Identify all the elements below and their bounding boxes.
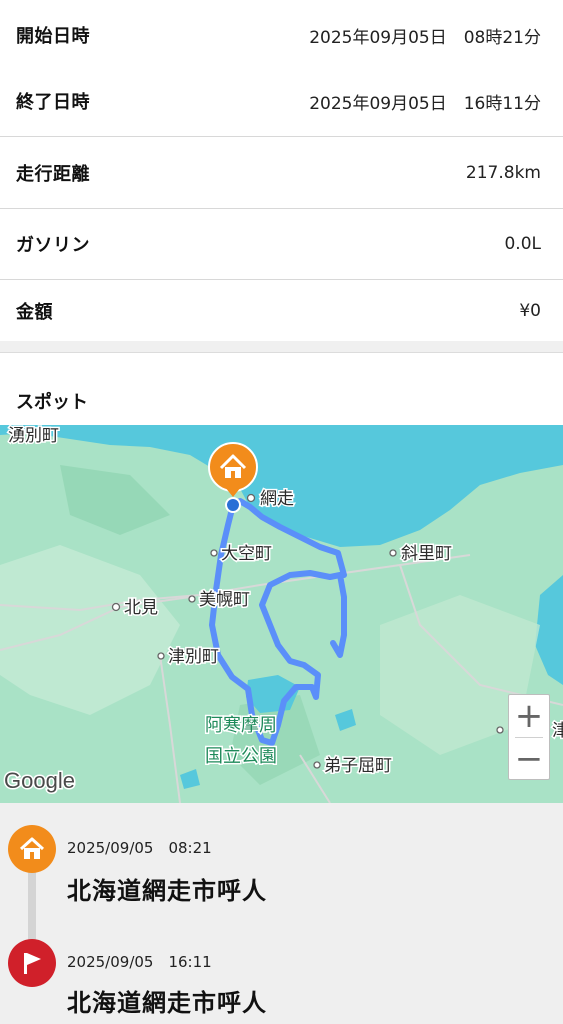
map-canvas[interactable]: 湧別町 網走 大空町 斜里町 北見 美幌町 津別町 弟子屈町 津 阿寒摩周 国立… (0, 425, 563, 803)
kitami-dot (111, 602, 121, 612)
distance-value: 217.8km (465, 163, 541, 183)
tsubetsu-dot (157, 652, 165, 660)
shari-dot (389, 549, 397, 557)
map-zoom-controls: + − (508, 694, 550, 780)
label-edge: 津 (552, 721, 563, 741)
gasoline-label: ガソリン (16, 235, 90, 256)
zoom-in-button[interactable]: + (509, 695, 549, 737)
label-akan-line2: 国立公園 (205, 746, 277, 767)
label-yubetsu: 湧別町 (8, 426, 59, 446)
label-teshikaga: 弟子屈町 (324, 756, 392, 776)
distance-label: 走行距離 (16, 164, 90, 185)
gasoline-row: ガソリン 0.0L (0, 209, 563, 280)
label-bihoro: 美幌町 (199, 590, 250, 610)
timeline-place: 北海道網走市呼人 (67, 989, 267, 1017)
bihoro-dot (188, 595, 196, 603)
label-abashiri: 網走 (260, 489, 294, 509)
label-shari: 斜里町 (401, 544, 452, 564)
label-ozora: 大空町 (221, 544, 272, 564)
ozora-dot (210, 549, 218, 557)
start-datetime-row: 開始日時 2025年09月05日 08時21分 (0, 0, 563, 71)
abashiri-dot (246, 493, 256, 503)
cost-value: ¥0 (519, 301, 541, 321)
teshikaga-dot (313, 761, 321, 769)
timeline-date: 2025/09/05 08:21 (67, 839, 212, 857)
spots-title: スポット (16, 392, 88, 413)
end-datetime-value: 2025年09月05日 16時11分 (309, 93, 541, 114)
timeline-place: 北海道網走市呼人 (67, 877, 267, 905)
section-divider (0, 341, 563, 353)
edge-dot (496, 726, 504, 734)
distance-row: 走行距離 217.8km (0, 138, 563, 209)
spot-timeline: 2025/09/05 08:21 北海道網走市呼人 2025/09/05 16:… (0, 803, 563, 1024)
cost-label: 金額 (16, 302, 53, 323)
start-datetime-label: 開始日時 (16, 26, 90, 47)
gasoline-value: 0.0L (504, 234, 541, 254)
timeline-date: 2025/09/05 16:11 (67, 953, 212, 971)
end-datetime-label: 終了日時 (16, 92, 90, 113)
label-akan-line1: 阿寒摩周 (205, 715, 277, 736)
label-kitami: 北見 (124, 598, 158, 618)
route-map[interactable]: 湧別町 網走 大空町 斜里町 北見 美幌町 津別町 弟子屈町 津 阿寒摩周 国立… (0, 425, 563, 803)
label-tsubetsu: 津別町 (168, 647, 219, 667)
home-icon (8, 825, 56, 873)
flag-icon (8, 939, 56, 987)
start-datetime-value: 2025年09月05日 08時21分 (309, 27, 541, 48)
google-logo: Google (4, 768, 75, 793)
end-datetime-row: 終了日時 2025年09月05日 16時11分 (0, 66, 563, 137)
cost-row: 金額 ¥0 (0, 281, 563, 341)
zoom-out-button[interactable]: − (509, 738, 549, 780)
route-start-point (225, 497, 241, 513)
